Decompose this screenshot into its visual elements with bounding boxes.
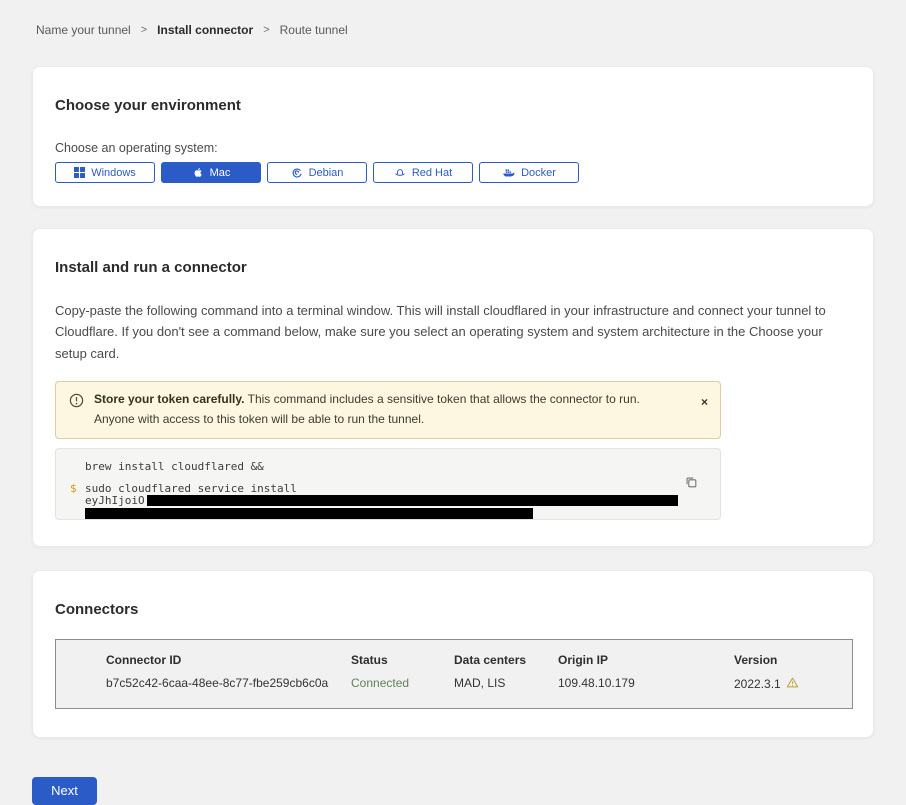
token-redaction-bar [147,495,678,506]
version-warning-icon [786,676,799,692]
prompt-spacer [70,460,85,473]
token-prefix: eyJhIjoiO [85,495,145,507]
os-button-docker[interactable]: Docker [479,162,579,183]
connectors-table: Connector ID Status Data centers Origin … [55,639,853,709]
tunnel-setup-page: Name your tunnel > Install connector > R… [0,0,906,740]
status-badge: Connected [351,676,454,692]
alert-circle-icon [69,393,84,413]
code-line-brew: brew install cloudflared && [70,460,706,473]
redhat-icon [394,167,406,179]
os-button-mac[interactable]: Mac [161,162,261,183]
header-version: Version [734,653,842,667]
token-warning-text: Store your token carefully. This command… [94,390,708,430]
environment-card-title: Choose your environment [55,97,851,114]
os-button-label: Docker [521,167,556,179]
os-button-label: Debian [309,167,344,179]
breadcrumb-separator: > [141,24,147,36]
os-button-label: Red Hat [412,167,452,179]
token-warning-banner: Store your token carefully. This command… [55,381,721,439]
os-button-label: Mac [210,167,231,179]
environment-card: Choose your environment Choose an operat… [32,66,874,207]
os-button-debian[interactable]: Debian [267,162,367,183]
windows-icon [74,167,85,178]
code-line-token-2 [85,507,706,519]
origin-ip-value: 109.48.10.179 [558,676,734,692]
code-line-sudo: $ sudo cloudflared service install [70,482,706,495]
connectors-card-title: Connectors [55,601,851,618]
connectors-card: Connectors Connector ID Status Data cent… [32,570,874,738]
docker-whale-icon [502,167,515,179]
os-button-label: Windows [91,167,136,179]
os-button-windows[interactable]: Windows [55,162,155,183]
code-line-token: eyJhIjoiO [85,495,706,507]
header-status: Status [351,653,454,667]
close-icon[interactable]: × [701,396,708,408]
install-card-title: Install and run a connector [55,259,851,276]
os-button-row: Windows Mac Debian Red Hat [55,162,851,183]
breadcrumb-install-connector[interactable]: Install connector [157,23,253,37]
data-centers-value: MAD, LIS [454,676,558,692]
breadcrumb: Name your tunnel > Install connector > R… [0,0,906,37]
next-button[interactable]: Next [32,777,97,805]
install-connector-card: Install and run a connector Copy-paste t… [32,228,874,547]
code-text: brew install cloudflared && [85,460,264,473]
copy-icon[interactable] [684,475,698,492]
header-origin-ip: Origin IP [558,653,734,667]
code-text: sudo cloudflared service install [85,482,297,495]
token-redaction-bar [85,508,533,519]
table-row: b7c52c42-6caa-48ee-8c77-fbe259cb6c0a Con… [106,676,842,692]
breadcrumb-route-tunnel[interactable]: Route tunnel [280,23,348,37]
header-connector-id: Connector ID [106,653,351,667]
token-warning-title: Store your token carefully. [94,392,245,406]
debian-icon [291,167,303,179]
connectors-table-header: Connector ID Status Data centers Origin … [106,653,842,667]
breadcrumb-name-your-tunnel[interactable]: Name your tunnel [36,23,131,37]
os-select-label: Choose an operating system: [55,141,851,155]
breadcrumb-separator: > [263,24,269,36]
apple-icon [192,166,204,179]
install-command-code-block: brew install cloudflared && $ sudo cloud… [55,448,721,520]
header-data-centers: Data centers [454,653,558,667]
version-value: 2022.3.1 [734,677,781,691]
os-button-redhat[interactable]: Red Hat [373,162,473,183]
shell-prompt: $ [70,482,85,495]
connector-id-value: b7c52c42-6caa-48ee-8c77-fbe259cb6c0a [106,676,351,692]
install-description: Copy-paste the following command into a … [55,300,851,364]
